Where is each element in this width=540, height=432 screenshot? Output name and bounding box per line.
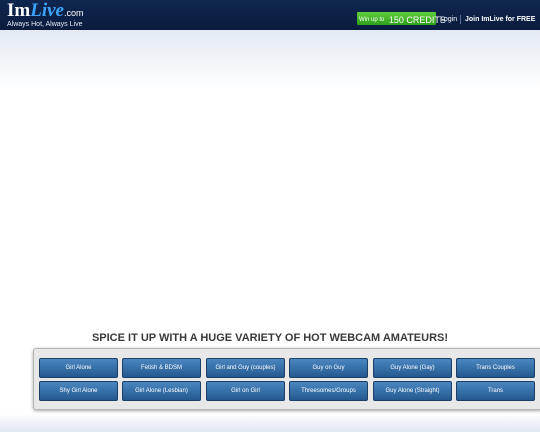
category-trans-couples[interactable]: Trans Couples — [456, 358, 535, 378]
category-girl-alone[interactable]: Girl Alone — [39, 358, 118, 378]
hero-area — [0, 30, 540, 90]
category-threesomes-groups[interactable]: Threesomes/Groups — [289, 381, 368, 401]
category-fetish-bdsm[interactable]: Fetish & BDSM — [122, 358, 201, 378]
logo-com-text: .com — [64, 8, 84, 18]
logo-im-text: Im — [7, 0, 31, 21]
logo-tagline: Always Hot, Always Live — [7, 21, 83, 28]
join-free-link[interactable]: Join ImLive for FREE — [465, 16, 535, 24]
category-girl-and-guy[interactable]: Girl and Guy (couples) — [206, 358, 285, 378]
category-trans[interactable]: Trans — [456, 381, 535, 401]
top-header: ImLive.com Always Hot, Always Live Win u… — [0, 0, 540, 30]
credits-prefix: Win up to — [359, 17, 385, 23]
category-shy-girl-alone[interactable]: Shy Girl Alone — [39, 381, 118, 401]
category-headline: SPICE IT UP WITH A HUGE VARIETY OF HOT W… — [91, 332, 449, 344]
category-girl-alone-lesbian[interactable]: Girl Alone (Lesbian) — [122, 381, 201, 401]
category-guy-alone-straight[interactable]: Guy Alone (Straight) — [373, 381, 452, 401]
credits-amount: 150 CREDITS — [388, 15, 446, 25]
category-panel: Girl Alone Fetish & BDSM Girl and Guy (c… — [33, 348, 540, 410]
footer-fade — [0, 414, 540, 432]
header-divider — [460, 15, 461, 24]
login-link[interactable]: Login — [440, 16, 457, 24]
category-guy-on-guy[interactable]: Guy on Guy — [289, 358, 368, 378]
category-girl-on-girl[interactable]: Girl on Girl — [206, 381, 285, 401]
win-credits-button[interactable]: Win up to 150 CREDITS — [357, 12, 446, 25]
category-guy-alone-gay[interactable]: Guy Alone (Gay) — [373, 358, 452, 378]
logo-live-text: Live — [30, 0, 64, 21]
